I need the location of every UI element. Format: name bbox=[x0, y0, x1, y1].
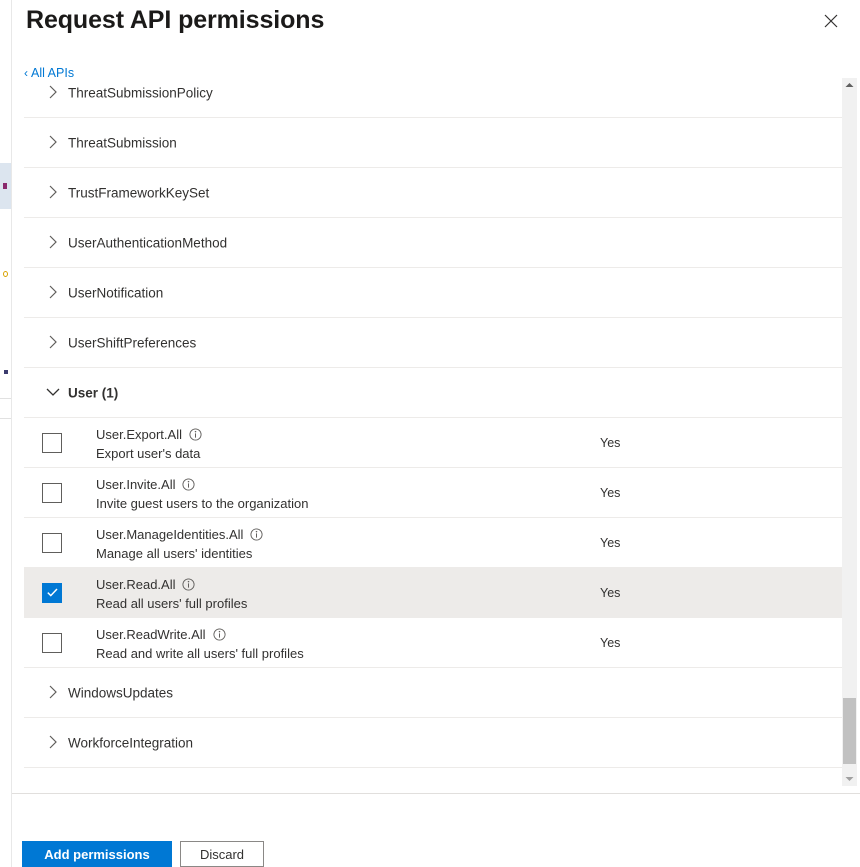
permission-checkbox[interactable] bbox=[42, 632, 62, 653]
permission-name-line: User.Invite.All bbox=[96, 476, 576, 493]
permission-checkbox-checked[interactable] bbox=[42, 582, 62, 603]
permission-description: Invite guest users to the organization bbox=[96, 496, 309, 511]
permission-name-line: User.Read.All bbox=[96, 576, 576, 593]
api-group-label: TrustFrameworkKeySet bbox=[68, 185, 210, 200]
api-group-label: WorkforceIntegration bbox=[68, 735, 194, 750]
info-icon[interactable] bbox=[182, 478, 196, 491]
api-group-row[interactable]: UserNotification bbox=[24, 268, 844, 318]
permission-name-line: User.Export.All bbox=[96, 426, 576, 443]
background-divider-a bbox=[0, 398, 11, 399]
page-title: Request API permissions bbox=[26, 6, 325, 34]
api-group-row[interactable]: UserAuthenticationMethod bbox=[24, 218, 844, 268]
background-icon-b bbox=[3, 271, 8, 277]
chevron-right-icon bbox=[45, 284, 63, 302]
permission-admin-consent: Yes bbox=[600, 435, 621, 450]
list-tail-spacer bbox=[24, 768, 844, 793]
close-icon[interactable] bbox=[818, 8, 844, 34]
permission-row[interactable]: User.Export.All Export user's data Yes bbox=[24, 418, 844, 468]
blade-footer: Add permissions Discard bbox=[12, 794, 860, 867]
permission-checkbox[interactable] bbox=[42, 432, 62, 453]
request-api-permissions-blade: Request API permissions ‹ All APIs Threat… bbox=[12, 0, 860, 867]
api-group-label: UserShiftPreferences bbox=[68, 335, 197, 350]
checkmark-icon bbox=[46, 588, 58, 597]
background-icon-c bbox=[4, 370, 8, 374]
permission-admin-consent: Yes bbox=[600, 485, 621, 500]
background-page-sliver bbox=[0, 0, 12, 867]
permission-name: User.ManageIdentities.All bbox=[96, 527, 244, 542]
chevron-right-icon bbox=[45, 134, 63, 152]
api-group-label: UserNotification bbox=[68, 285, 164, 300]
chevron-right-icon bbox=[45, 684, 63, 702]
api-group-label: ThreatSubmission bbox=[68, 135, 177, 150]
api-group-label: User (1) bbox=[68, 385, 119, 400]
permission-row[interactable]: User.Invite.All Invite guest users to th… bbox=[24, 468, 844, 518]
api-list-viewport: ThreatSubmissionPolicy ThreatSubmission … bbox=[24, 78, 844, 794]
breadcrumb-label: All APIs bbox=[31, 66, 75, 80]
api-group-label: WindowsUpdates bbox=[68, 685, 174, 700]
discard-button[interactable]: Discard bbox=[180, 841, 264, 867]
permission-row[interactable]: User.ManageIdentities.All Manage all use… bbox=[24, 518, 844, 568]
api-group-label: ThreatSubmissionPolicy bbox=[68, 85, 213, 100]
permission-admin-consent: Yes bbox=[600, 585, 621, 600]
chevron-down-icon bbox=[45, 384, 63, 402]
api-group-label: UserAuthenticationMethod bbox=[68, 235, 228, 250]
permission-text: User.ManageIdentities.All Manage all use… bbox=[96, 526, 576, 563]
background-divider-b bbox=[0, 418, 11, 419]
add-permissions-button[interactable]: Add permissions bbox=[22, 841, 172, 867]
api-group-row[interactable]: UserShiftPreferences bbox=[24, 318, 844, 368]
permission-text: User.Export.All Export user's data bbox=[96, 426, 576, 463]
permission-row-selected[interactable]: User.Read.All Read all users' full profi… bbox=[24, 568, 844, 618]
api-group-row[interactable]: WorkforceIntegration bbox=[24, 718, 844, 768]
scroll-down-arrow-icon[interactable] bbox=[842, 772, 857, 786]
scrollbar-thumb[interactable] bbox=[843, 698, 856, 764]
permission-checkbox[interactable] bbox=[42, 532, 62, 553]
permission-description: Manage all users' identities bbox=[96, 546, 253, 561]
permission-name-line: User.ReadWrite.All bbox=[96, 626, 576, 643]
permission-text: User.Invite.All Invite guest users to th… bbox=[96, 476, 576, 513]
api-list: ThreatSubmissionPolicy ThreatSubmission … bbox=[24, 78, 844, 793]
permission-name-line: User.ManageIdentities.All bbox=[96, 526, 576, 543]
chevron-left-icon: ‹ bbox=[24, 66, 28, 80]
info-icon[interactable] bbox=[213, 628, 226, 641]
permission-admin-consent: Yes bbox=[600, 535, 621, 550]
permission-description: Read all users' full profiles bbox=[96, 596, 248, 611]
api-group-row[interactable]: ThreatSubmission bbox=[24, 118, 844, 168]
permission-name: User.Invite.All bbox=[96, 477, 176, 492]
background-icon-a bbox=[3, 183, 7, 189]
permission-text: User.ReadWrite.All Read and write all us… bbox=[96, 626, 576, 663]
api-group-row[interactable]: WindowsUpdates bbox=[24, 668, 844, 718]
permission-checkbox[interactable] bbox=[42, 482, 62, 503]
chevron-right-icon bbox=[45, 334, 63, 352]
api-group-row[interactable]: ThreatSubmissionPolicy bbox=[24, 78, 844, 118]
blade-header: Request API permissions bbox=[12, 0, 860, 58]
permission-name: User.Read.All bbox=[96, 577, 176, 592]
chevron-right-icon bbox=[45, 184, 63, 202]
info-icon[interactable] bbox=[250, 528, 263, 541]
chevron-right-icon bbox=[45, 234, 63, 252]
api-group-row-user[interactable]: User (1) bbox=[24, 368, 844, 418]
info-icon[interactable] bbox=[189, 428, 202, 441]
permission-description: Read and write all users' full profiles bbox=[96, 646, 304, 661]
scroll-up-arrow-icon[interactable] bbox=[842, 78, 857, 92]
permission-description: Export user's data bbox=[96, 446, 201, 461]
permission-name: User.Export.All bbox=[96, 427, 182, 442]
api-group-row[interactable]: TrustFrameworkKeySet bbox=[24, 168, 844, 218]
permission-admin-consent: Yes bbox=[600, 635, 621, 650]
permission-text: User.Read.All Read all users' full profi… bbox=[96, 576, 576, 613]
info-icon[interactable] bbox=[182, 578, 196, 591]
permission-row[interactable]: User.ReadWrite.All Read and write all us… bbox=[24, 618, 844, 668]
vertical-scrollbar[interactable] bbox=[842, 78, 857, 786]
chevron-right-icon bbox=[45, 84, 63, 102]
chevron-right-icon bbox=[45, 734, 63, 752]
breadcrumb-all-apis[interactable]: ‹ All APIs bbox=[24, 66, 83, 80]
permission-name: User.ReadWrite.All bbox=[96, 627, 206, 642]
